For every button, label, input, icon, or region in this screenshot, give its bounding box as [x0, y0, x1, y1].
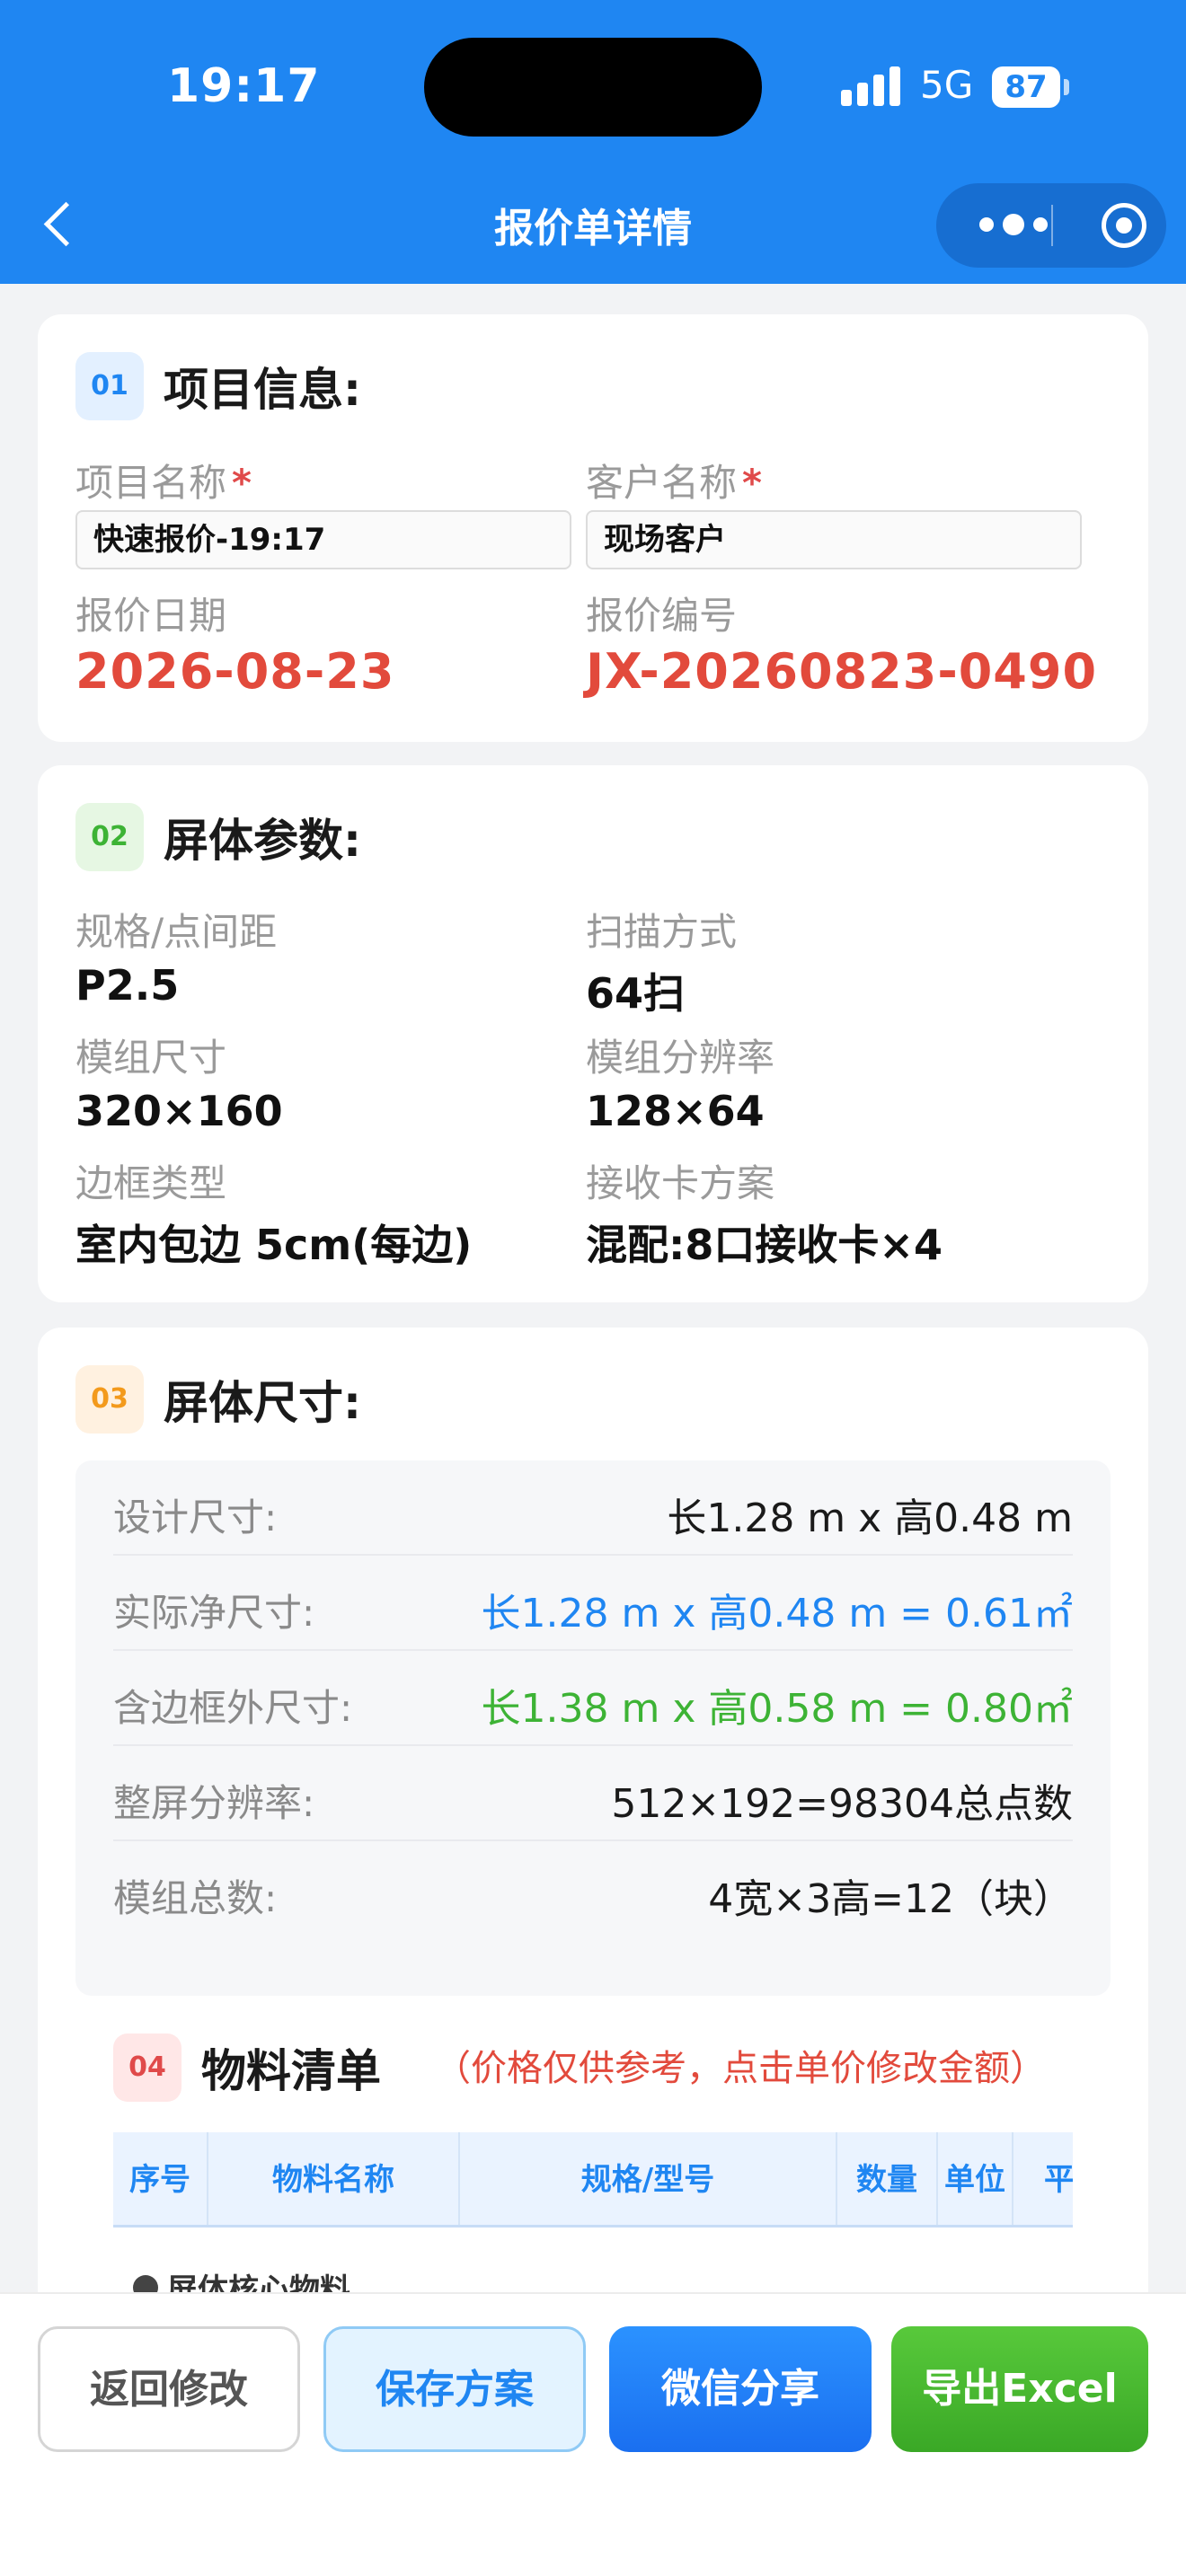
more-dots-icon[interactable]	[976, 210, 1053, 241]
size-value: 4宽×3高=12（块）	[708, 1876, 1073, 1922]
section-number-badge: 03	[75, 1365, 144, 1434]
bottom-action-bar: 返回修改 保存方案 微信分享 导出Excel	[0, 2292, 1186, 2576]
param-value: 128×64	[586, 1087, 765, 1135]
battery-tip	[1064, 79, 1069, 95]
size-row: 模组总数: 4宽×3高=12（块）	[113, 1841, 1073, 1936]
section-title: 项目信息:	[164, 364, 361, 416]
size-value: 长1.38 m x 高0.58 m = 0.80㎡	[481, 1686, 1073, 1732]
size-row: 设计尺寸: 长1.28 m x 高0.48 m	[113, 1460, 1073, 1556]
size-row: 实际净尺寸: 长1.28 m x 高0.48 m = 0.61㎡	[113, 1556, 1073, 1651]
quote-code-value: JX-20260823-0490	[586, 643, 1098, 700]
required-mark: *	[742, 461, 762, 505]
project-info-card: 01 项目信息: 项目名称 * 快速报价-19:17 客户名称 * 现场客户 报价日…	[38, 314, 1148, 742]
section-title: 物料清单	[201, 2045, 381, 2097]
battery-icon: 87	[992, 66, 1060, 108]
materials-header: 04 物料清单	[113, 2033, 381, 2102]
price-note: （价格仅供参考，点击单价修改金额）	[435, 2048, 1046, 2089]
dynamic-island	[424, 38, 762, 137]
column-header: 单位	[938, 2132, 1013, 2225]
size-label: 模组总数:	[113, 1876, 278, 1920]
column-header: 序号	[113, 2132, 208, 2225]
size-value: 512×192=98304总点数	[611, 1781, 1073, 1827]
wechat-share-button[interactable]: 微信分享	[609, 2326, 872, 2452]
screen-params-card: 02 屏体参数: 规格/点间距 P2.5 扫描方式 64扫 模组尺寸 320×1…	[38, 765, 1148, 1302]
project-name-field[interactable]: 快速报价-19:17	[75, 510, 571, 569]
column-header: 物料名称	[208, 2132, 460, 2225]
materials-table-header: 序号 物料名称 规格/型号 数量 单位 平	[113, 2132, 1073, 2228]
screen-size-header: 03 屏体尺寸:	[75, 1365, 361, 1434]
project-info-header: 01 项目信息:	[75, 352, 361, 420]
param-value: 64扫	[586, 969, 686, 1018]
customer-name-field[interactable]: 现场客户	[586, 510, 1082, 569]
status-time: 19:17	[167, 59, 321, 113]
save-plan-button[interactable]: 保存方案	[323, 2326, 586, 2452]
quote-date-label: 报价日期	[75, 594, 227, 638]
screen-params-header: 02 屏体参数:	[75, 803, 361, 871]
network-type: 5G	[920, 63, 974, 107]
param-label: 规格/点间距	[75, 910, 278, 954]
size-label: 设计尺寸:	[113, 1495, 278, 1539]
section-title: 屏体参数:	[164, 815, 361, 867]
size-label: 含边框外尺寸:	[113, 1686, 353, 1730]
project-name-label: 项目名称 *	[75, 461, 252, 505]
column-header: 平	[1044, 2162, 1073, 2198]
size-label: 实际净尺寸:	[113, 1591, 315, 1635]
section-number-badge: 01	[75, 352, 144, 420]
size-value: 长1.28 m x 高0.48 m = 0.61㎡	[481, 1591, 1073, 1636]
size-row: 含边框外尺寸: 长1.38 m x 高0.58 m = 0.80㎡	[113, 1651, 1073, 1746]
param-value: 室内包边 5cm(每边)	[75, 1221, 473, 1269]
mini-program-capsule	[936, 183, 1166, 268]
column-header: 数量	[837, 2132, 938, 2225]
param-label: 接收卡方案	[586, 1161, 775, 1205]
required-mark: *	[232, 461, 252, 505]
param-label: 扫描方式	[586, 910, 738, 954]
param-label: 边框类型	[75, 1161, 227, 1205]
export-excel-button[interactable]: 导出Excel	[891, 2326, 1148, 2452]
back-edit-button[interactable]: 返回修改	[38, 2326, 300, 2452]
size-row: 整屏分辨率: 512×192=98304总点数	[113, 1746, 1073, 1841]
size-value: 长1.28 m x 高0.48 m	[667, 1495, 1073, 1541]
size-label: 整屏分辨率:	[113, 1781, 315, 1825]
top-bar: 19:17 5G 87 报价单详情	[0, 0, 1186, 284]
param-value: 混配:8口接收卡×4	[586, 1221, 943, 1269]
close-target-icon[interactable]	[1102, 203, 1146, 248]
param-value: 320×160	[75, 1087, 283, 1135]
column-header: 规格/型号	[460, 2132, 837, 2225]
section-number-badge: 02	[75, 803, 144, 871]
section-number-badge: 04	[113, 2033, 181, 2102]
param-label: 模组尺寸	[75, 1036, 227, 1080]
customer-name-label: 客户名称 *	[586, 461, 762, 505]
size-summary-box: 设计尺寸: 长1.28 m x 高0.48 m 实际净尺寸: 长1.28 m x…	[75, 1460, 1111, 1996]
section-title: 屏体尺寸:	[164, 1377, 361, 1429]
signal-icon	[841, 66, 902, 106]
param-value: P2.5	[75, 961, 180, 1010]
materials-card: 04 物料清单 （价格仅供参考，点击单价修改金额） 序号 物料名称 规格/型号 …	[75, 2005, 1111, 2328]
param-label: 模组分辨率	[586, 1036, 775, 1080]
quote-code-label: 报价编号	[586, 594, 738, 638]
quote-date-value: 2026-08-23	[75, 643, 395, 700]
capsule-divider	[1051, 205, 1053, 246]
